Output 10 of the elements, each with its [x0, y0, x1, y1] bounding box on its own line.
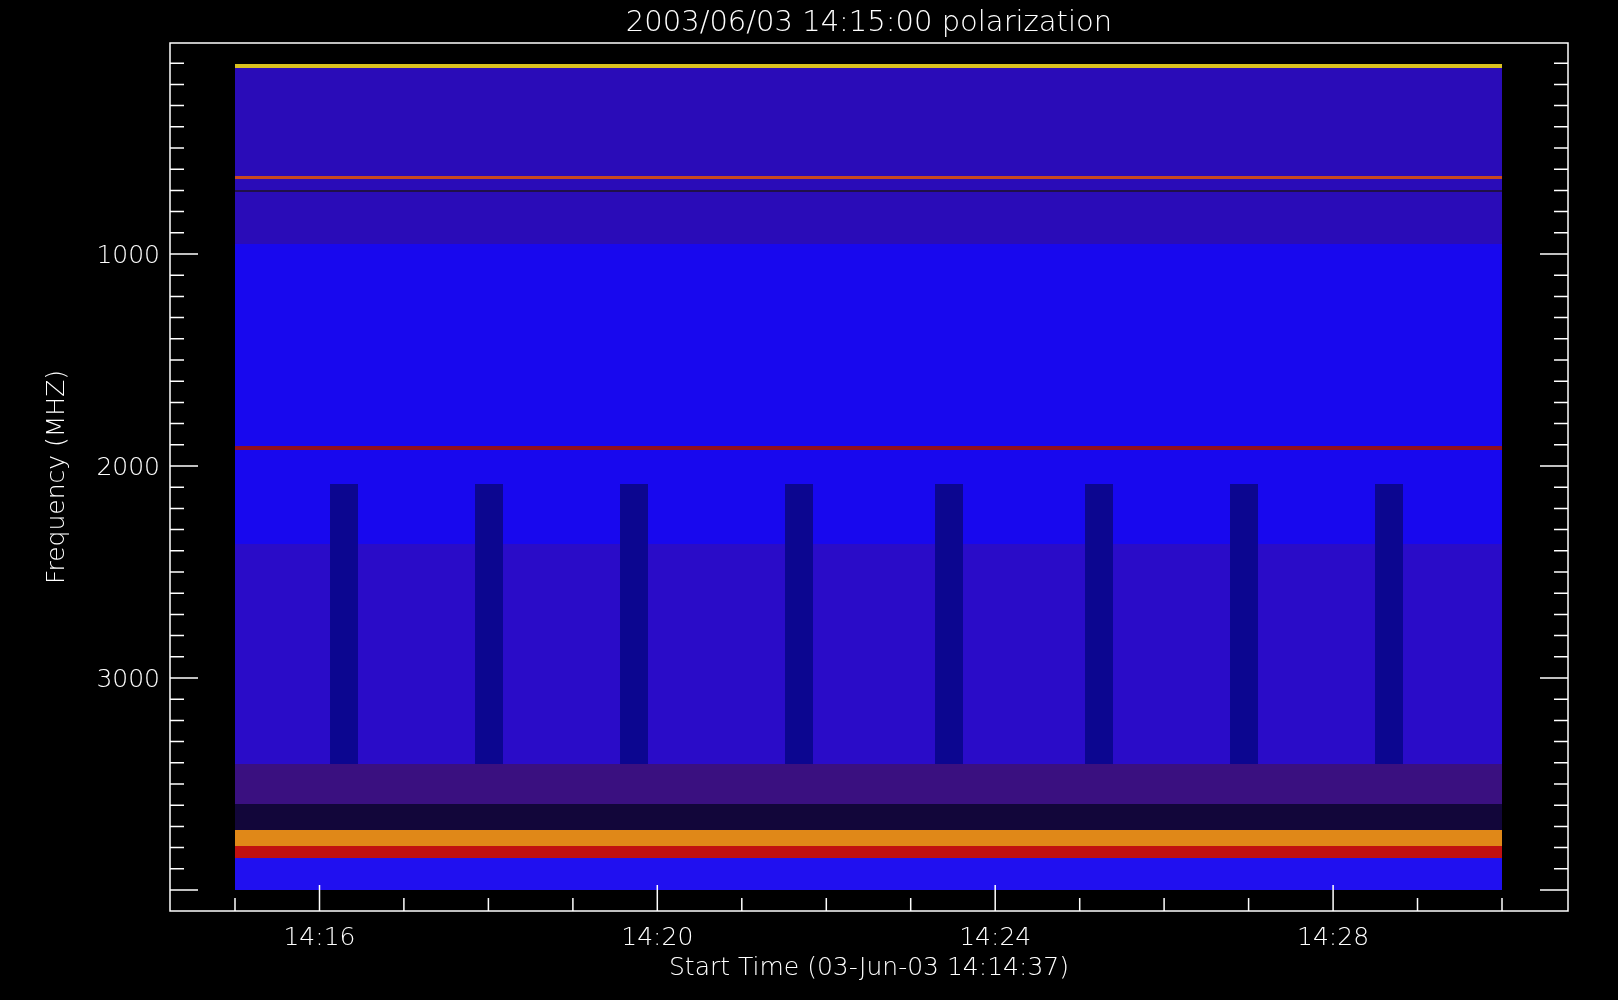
tick-label: 14:20 [621, 922, 694, 951]
tick-label: 1000 [96, 240, 160, 269]
tick-label: 14:24 [959, 922, 1032, 951]
tick-label: 3000 [96, 664, 160, 693]
tick-label: 2000 [96, 452, 160, 481]
tick-label: 14:28 [1297, 922, 1370, 951]
tick-label: 14:16 [283, 922, 356, 951]
x-axis-label: Start Time (03-Jun-03 14:14:37) [669, 952, 1069, 981]
y-axis-label: Frequency (MHZ) [41, 369, 70, 585]
chart-title: 2003/06/03 14:15:00 polarization [625, 4, 1113, 38]
